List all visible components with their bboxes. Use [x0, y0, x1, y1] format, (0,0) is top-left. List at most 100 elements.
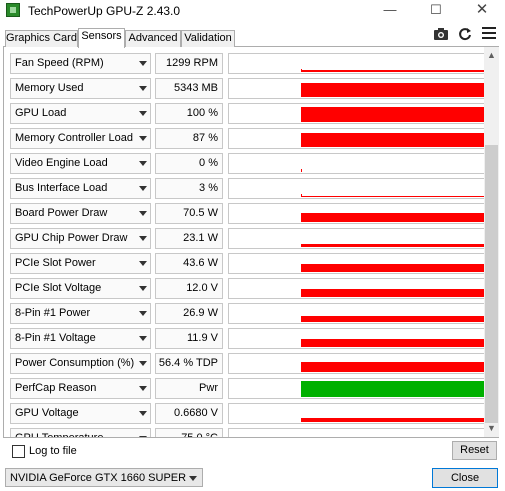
sensor-label-dropdown[interactable]: GPU Load — [10, 103, 151, 124]
title-bar: TechPowerUp GPU-Z 2.43.0 — ☐ ✕ — [0, 0, 505, 22]
tab-graphics-card[interactable]: Graphics Card — [5, 30, 78, 47]
sensor-value-text: 70.5 W — [183, 207, 218, 219]
sensor-label: Memory Used — [15, 82, 84, 94]
tab-advanced[interactable]: Advanced — [125, 30, 181, 47]
sensor-value-text: 1299 RPM — [166, 57, 218, 69]
gpu-select-value: NVIDIA GeForce GTX 1660 SUPER — [10, 472, 187, 484]
sensor-label-dropdown[interactable]: Memory Used — [10, 78, 151, 99]
sensor-value: 56.4 % TDP — [155, 353, 223, 374]
sensor-graph-start-tick — [301, 169, 302, 172]
tab-validation[interactable]: Validation — [181, 30, 235, 47]
sensor-value-text: 23.1 W — [183, 232, 218, 244]
tab-sensors[interactable]: Sensors — [78, 28, 125, 48]
log-to-file-checkbox[interactable] — [12, 445, 25, 458]
sensor-label-dropdown[interactable]: 8-Pin #1 Power — [10, 303, 151, 324]
close-window-button[interactable]: ✕ — [459, 0, 505, 22]
chevron-down-icon — [139, 136, 147, 141]
vertical-scrollbar[interactable]: ▲ ▼ — [484, 47, 499, 437]
sensor-panel: Fan Speed (RPM) 1299 RPM Memory Used 5343 M… — [3, 47, 499, 437]
chevron-down-icon — [139, 336, 147, 341]
sensor-label: Video Engine Load — [15, 157, 108, 169]
scroll-up-arrow-icon[interactable]: ▲ — [484, 47, 499, 64]
camera-icon[interactable] — [432, 27, 450, 43]
sensor-graph — [228, 128, 486, 149]
sensor-label-dropdown[interactable]: Video Engine Load — [10, 153, 151, 174]
sensor-label: Bus Interface Load — [15, 182, 108, 194]
sensor-value: 0.6680 V — [155, 403, 223, 424]
sensor-label-dropdown[interactable]: GPU Chip Power Draw — [10, 228, 151, 249]
sensor-graph-bar — [301, 83, 485, 97]
sensor-value: 23.1 W — [155, 228, 223, 249]
minimize-button[interactable]: — — [367, 0, 413, 22]
chevron-down-icon — [139, 261, 147, 266]
chevron-down-icon — [139, 361, 147, 366]
sensor-value-text: 3 % — [199, 182, 218, 194]
chevron-down-icon — [139, 86, 147, 91]
sensor-graph-bar — [301, 381, 485, 397]
close-button[interactable]: Close — [432, 468, 498, 488]
sensor-graph-bar — [301, 133, 485, 147]
chevron-down-icon — [139, 211, 147, 216]
chevron-down-icon — [139, 411, 147, 416]
sensor-label: PCIe Slot Power — [15, 257, 96, 269]
sensor-label: Board Power Draw — [15, 207, 108, 219]
hamburger-menu-icon[interactable] — [480, 27, 498, 43]
panel-bottom-border — [3, 437, 499, 438]
gpu-z-app-icon — [6, 3, 20, 17]
sensor-value-text: 87 % — [192, 132, 218, 144]
sensor-label: PCIe Slot Voltage — [15, 282, 102, 294]
sensor-value: 75.0 °C — [155, 428, 223, 437]
sensor-value: 26.9 W — [155, 303, 223, 324]
reset-button[interactable]: Reset — [452, 441, 497, 460]
sensor-graph — [228, 428, 486, 437]
sensor-value: 0 % — [155, 153, 223, 174]
sensor-label: GPU Load — [15, 107, 67, 119]
scroll-down-arrow-icon[interactable]: ▼ — [484, 420, 499, 437]
gpu-select-dropdown[interactable]: NVIDIA GeForce GTX 1660 SUPER — [5, 468, 203, 487]
sensor-label: PerfCap Reason — [15, 382, 97, 394]
sensor-value: 43.6 W — [155, 253, 223, 274]
chevron-down-icon — [139, 311, 147, 316]
sensor-value-text: 0.6680 V — [173, 407, 218, 419]
sensor-value: 87 % — [155, 128, 223, 149]
sensor-label-dropdown[interactable]: PCIe Slot Power — [10, 253, 151, 274]
sensor-value: 3 % — [155, 178, 223, 199]
log-to-file-label: Log to file — [29, 445, 77, 457]
sensor-graph — [228, 353, 486, 374]
refresh-icon[interactable] — [456, 27, 474, 43]
sensor-value: 12.0 V — [155, 278, 223, 299]
chevron-down-icon — [139, 111, 147, 116]
sensor-label-dropdown[interactable]: Fan Speed (RPM) — [10, 53, 151, 74]
sensor-label-dropdown[interactable]: Memory Controller Load — [10, 128, 151, 149]
sensor-label: GPU Voltage — [15, 407, 79, 419]
sensor-label-dropdown[interactable]: Board Power Draw — [10, 203, 151, 224]
sensor-label-dropdown[interactable]: Power Consumption (%) — [10, 353, 151, 374]
scrollbar-thumb[interactable] — [485, 145, 498, 423]
sensor-label-dropdown[interactable]: GPU Temperature — [10, 428, 151, 437]
sensor-label: Memory Controller Load — [15, 132, 133, 144]
sensor-graph-bar — [301, 289, 485, 297]
sensor-graph-bar — [301, 70, 485, 72]
sensor-graph-bar — [301, 339, 485, 347]
maximize-button[interactable]: ☐ — [413, 0, 459, 22]
sensor-label: 8-Pin #1 Voltage — [15, 332, 96, 344]
chevron-down-icon — [139, 236, 147, 241]
sensor-value: 1299 RPM — [155, 53, 223, 74]
sensor-graph — [228, 78, 486, 99]
window-title: TechPowerUp GPU-Z 2.43.0 — [28, 4, 181, 18]
sensor-label-dropdown[interactable]: PCIe Slot Voltage — [10, 278, 151, 299]
sensor-label-dropdown[interactable]: Bus Interface Load — [10, 178, 151, 199]
sensor-graph — [228, 328, 486, 349]
chevron-down-icon — [139, 61, 147, 66]
chevron-down-icon — [139, 161, 147, 166]
chevron-down-icon — [139, 286, 147, 291]
sensor-value: 100 % — [155, 103, 223, 124]
sensor-graph — [228, 103, 486, 124]
sensor-label-dropdown[interactable]: 8-Pin #1 Voltage — [10, 328, 151, 349]
sensor-value-text: 5343 MB — [173, 82, 218, 94]
sensor-label: 8-Pin #1 Power — [15, 307, 91, 319]
sensor-value-text: 11.9 V — [187, 332, 218, 344]
sensor-label-dropdown[interactable]: PerfCap Reason — [10, 378, 151, 399]
sensor-label-dropdown[interactable]: GPU Voltage — [10, 403, 151, 424]
sensor-graph-bar — [301, 196, 485, 197]
